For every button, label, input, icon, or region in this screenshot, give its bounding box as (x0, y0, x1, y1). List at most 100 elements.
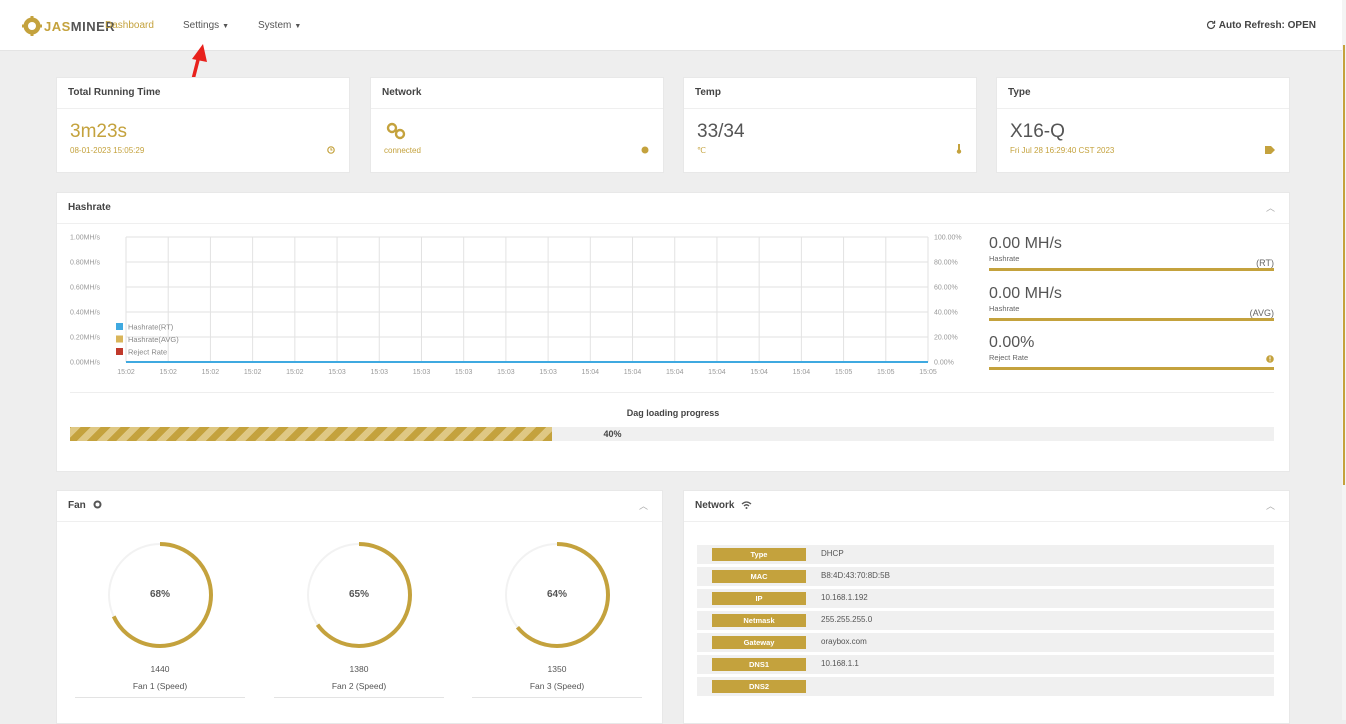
network-value: 255.255.255.0 (821, 615, 873, 624)
x-tick-label: 15:03 (413, 369, 431, 376)
hashrate-rt-label: Hashrate (989, 254, 1020, 263)
y-tick-right: 20.00% (934, 335, 958, 342)
x-tick-label: 15:03 (539, 369, 557, 376)
type-build-date: Fri Jul 28 16:29:40 CST 2023 (1010, 146, 1115, 155)
type-card-title: Type (997, 78, 1289, 109)
caret-down-icon: ▼ (294, 23, 302, 30)
legend-swatch[interactable] (116, 323, 123, 330)
fan-divider (472, 697, 642, 698)
x-tick-label: 15:04 (793, 369, 811, 376)
running-time-value: 3m23s (70, 121, 128, 142)
auto-refresh-toggle[interactable]: Auto Refresh: OPEN (1206, 20, 1316, 31)
fan-gauge: 68% (105, 540, 215, 650)
fan-rpm: 1350 (547, 664, 567, 674)
running-time-date: 08-01-2023 15:05:29 (70, 146, 145, 155)
reject-rate-bar (989, 367, 1274, 370)
fan-name: Fan 1 (Speed) (132, 681, 188, 691)
brand-prefix: JAS (44, 18, 71, 34)
fan-percent: 64% (546, 589, 567, 600)
legend-swatch[interactable] (116, 348, 123, 355)
x-tick-label: 15:03 (497, 369, 515, 376)
network-row-gateway: Gateway oraybox.com (697, 633, 1274, 652)
network-value: 10.168.1.1 (821, 659, 859, 668)
hashrate-rt-stat: 0.00 MH/s Hashrate (RT) (989, 235, 1274, 271)
x-tick-label: 15:03 (328, 369, 346, 376)
hashrate-rt-value: 0.00 MH/s (989, 235, 1062, 252)
x-tick-label: 15:02 (159, 369, 177, 376)
hashrate-rt-bar (989, 268, 1274, 271)
network-key: DNS2 (712, 680, 806, 693)
temp-unit: ℃ (697, 146, 706, 155)
type-value: X16-Q (1010, 121, 1065, 142)
network-connected-text: connected (384, 146, 421, 155)
nav-settings-label: Settings (183, 20, 220, 31)
x-tick-label: 15:03 (455, 369, 473, 376)
x-tick-label: 15:04 (624, 369, 642, 376)
network-key: Gateway (712, 636, 806, 649)
divider (70, 392, 1274, 393)
y-tick-right: 40.00% (934, 310, 958, 317)
x-tick-label: 15:04 (750, 369, 768, 376)
hashrate-title: Hashrate (68, 202, 111, 213)
thermometer-icon (956, 144, 962, 154)
hashrate-chart: 1.00MH/s 100.00% 0.80MH/s 80.00% 0.60MH/s 60.… (70, 235, 962, 377)
reject-rate-stat: 0.00% Reject Rate (989, 334, 1274, 370)
dag-progress-title: Dag loading progress (626, 408, 720, 418)
x-tick-label: 15:04 (708, 369, 726, 376)
fan-divider (274, 697, 444, 698)
y-tick-left: 0.80MH/s (70, 260, 100, 267)
type-card: Type X16-Q Fri Jul 28 16:29:40 CST 2023 (996, 77, 1290, 173)
x-tick-label: 15:04 (582, 369, 600, 376)
x-tick-label: 15:02 (117, 369, 135, 376)
temp-card-title: Temp (684, 78, 976, 109)
y-tick-left: 0.40MH/s (70, 310, 100, 317)
info-icon[interactable] (1266, 355, 1274, 363)
tag-icon (1265, 146, 1275, 154)
x-tick-label: 15:05 (919, 369, 937, 376)
y-tick-left: 0.00MH/s (70, 360, 100, 367)
network-row-ip: IP 10.168.1.192 (697, 589, 1274, 608)
hashrate-avg-label: Hashrate (989, 304, 1020, 313)
reject-rate-value: 0.00% (989, 334, 1035, 351)
network-row-type: Type DHCP (697, 545, 1274, 564)
network-panel-title: Network (695, 500, 735, 511)
y-tick-right: 80.00% (934, 260, 958, 267)
x-tick-label: 15:02 (244, 369, 262, 376)
dag-progress-percent: 40% (603, 429, 622, 439)
brand-logo[interactable]: JASMINER (22, 16, 115, 36)
auto-refresh-label: Auto Refresh: OPEN (1218, 20, 1316, 31)
x-tick-label: 15:05 (877, 369, 895, 376)
scrollbar-thumb[interactable] (1343, 45, 1345, 485)
nav-system-label: System (258, 20, 292, 31)
fan-name: Fan 2 (Speed) (331, 681, 387, 691)
wifi-icon (741, 501, 752, 509)
refresh-icon (1206, 20, 1215, 30)
collapse-chevron-icon[interactable]: ︿ (1266, 491, 1275, 521)
legend-swatch[interactable] (116, 335, 123, 343)
nav-settings[interactable]: Settings ▼ (183, 20, 229, 31)
fan-gauge: 64% (502, 540, 612, 650)
running-time-card: Total Running Time 3m23s 08-01-2023 15:0… (56, 77, 350, 173)
hashrate-avg-bar (989, 318, 1274, 321)
network-key: IP (712, 592, 806, 605)
network-value: 10.168.1.192 (821, 593, 868, 602)
nav-dashboard-label: Dashboard (105, 20, 154, 31)
collapse-chevron-icon[interactable]: ︿ (639, 491, 648, 521)
x-tick-label: 15:02 (286, 369, 304, 376)
nav-dashboard[interactable]: Dashboard (105, 20, 154, 31)
fan-percent: 65% (348, 589, 369, 600)
y-tick-right: 60.00% (934, 285, 958, 292)
x-tick-label: 15:05 (835, 369, 853, 376)
network-value: DHCP (821, 549, 844, 558)
legend-label[interactable]: Hashrate(AVG) (128, 335, 179, 344)
legend-label[interactable]: Hashrate(RT) (128, 323, 174, 332)
y-tick-left: 0.60MH/s (70, 285, 100, 292)
network-key: DNS1 (712, 658, 806, 671)
legend-label[interactable]: Reject Rate (128, 348, 167, 357)
page-scrollbar[interactable] (1342, 0, 1346, 720)
nav-system[interactable]: System ▼ (258, 20, 301, 31)
network-row-dns2: DNS2 (697, 677, 1274, 696)
fan-gauge: 65% (304, 540, 414, 650)
collapse-chevron-icon[interactable]: ︿ (1266, 193, 1275, 223)
network-key: Type (712, 548, 806, 561)
